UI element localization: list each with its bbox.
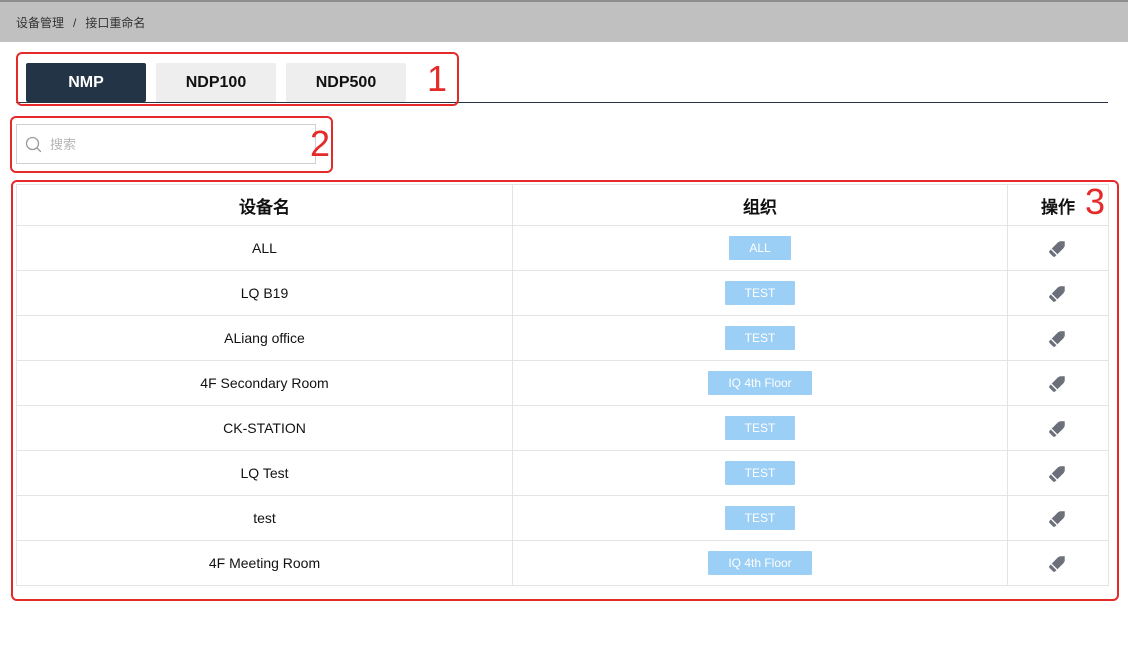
annotation-label-2: 2: [310, 123, 331, 164]
top-header-bar: 设备管理 / 接口重命名: [0, 0, 1128, 42]
breadcrumb-device-management[interactable]: 设备管理: [16, 14, 64, 31]
annotation-label-1: 1: [427, 58, 448, 99]
annotation-box-tabs: [16, 52, 459, 106]
annotation-label-3: 3: [1085, 181, 1106, 222]
breadcrumb-separator: /: [73, 15, 77, 30]
breadcrumb: 设备管理 / 接口重命名: [16, 14, 145, 31]
breadcrumb-interface-rename: 接口重命名: [85, 16, 146, 30]
annotation-box-search: [10, 116, 333, 173]
annotation-box-table: [11, 180, 1119, 601]
